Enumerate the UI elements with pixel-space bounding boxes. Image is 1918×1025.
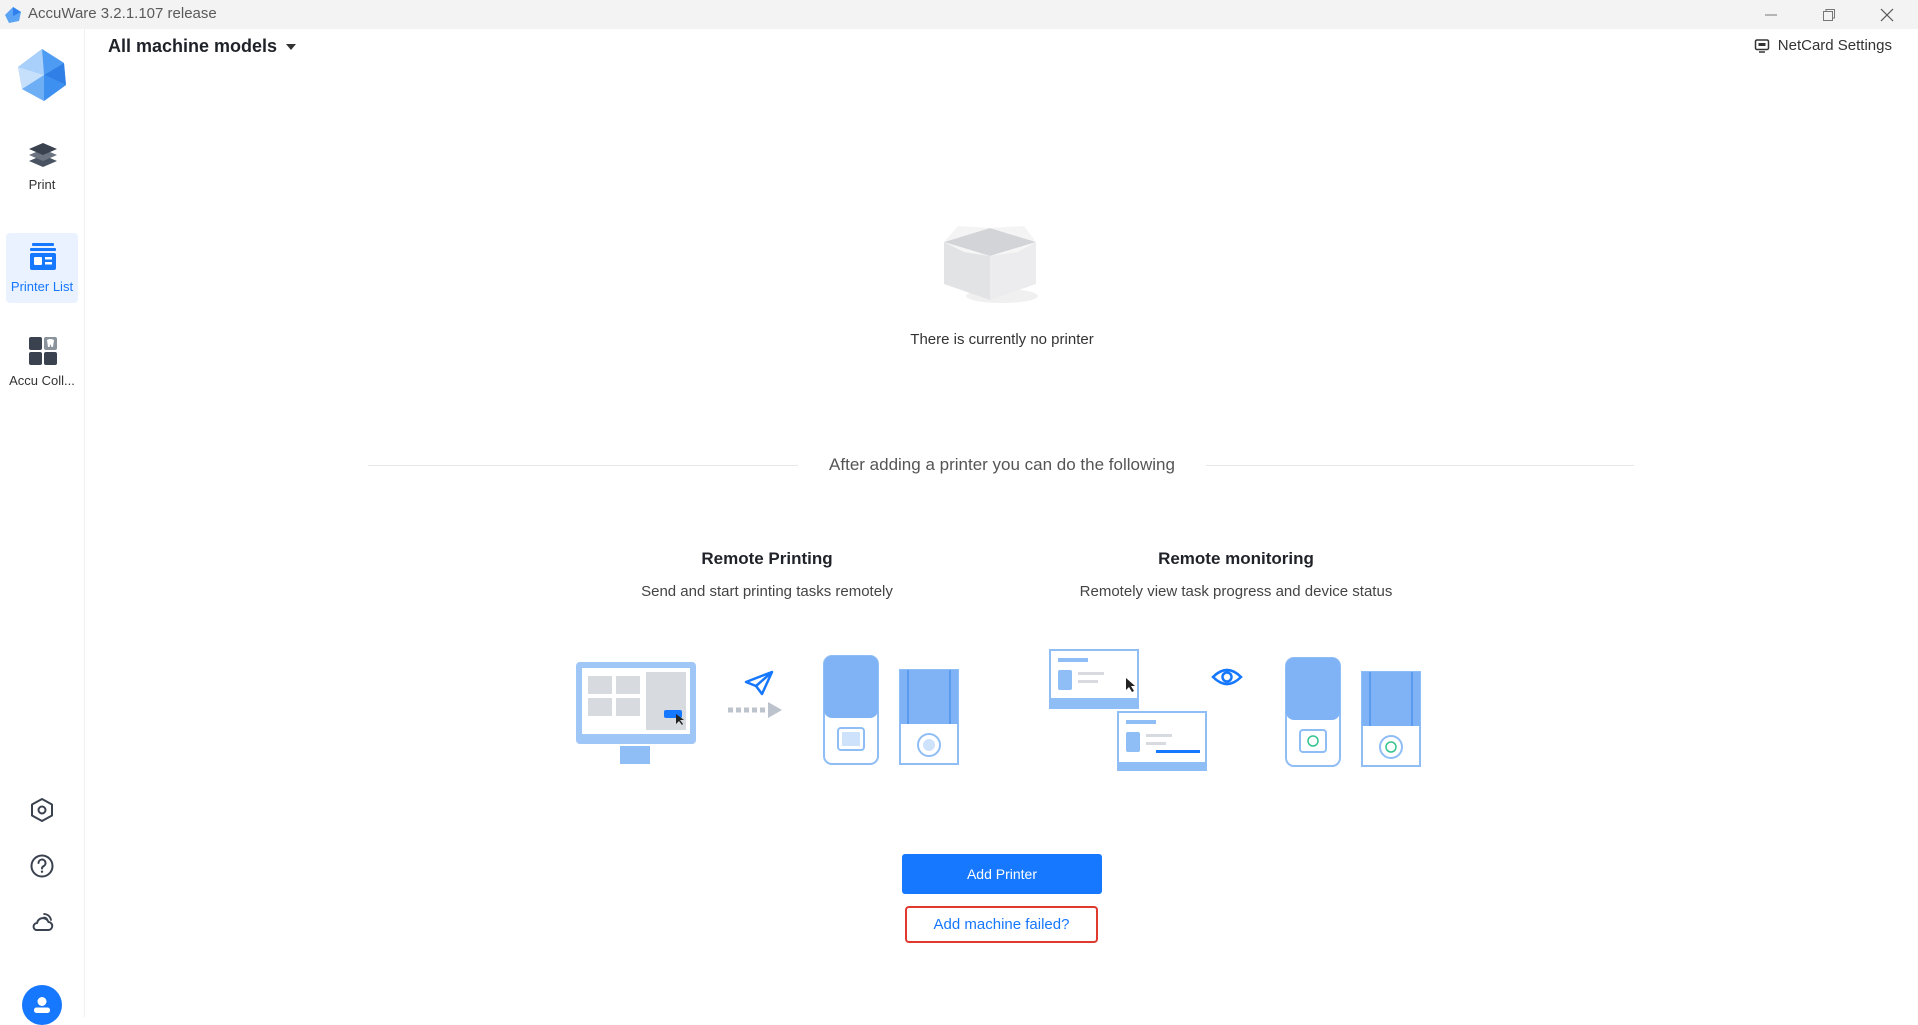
network-card-icon (1754, 38, 1770, 53)
restore-button[interactable] (1800, 0, 1858, 29)
layers-icon (29, 143, 57, 167)
settings-button[interactable] (25, 793, 59, 827)
feature-desc-remote-printing: Send and start printing tasks remotely (641, 583, 893, 600)
remote-monitoring-illustration (1049, 649, 1421, 771)
sidebar-item-print[interactable]: Print (6, 131, 78, 201)
eye-icon (1211, 668, 1243, 686)
minimize-button[interactable] (1742, 0, 1800, 29)
netcard-settings-label: NetCard Settings (1777, 37, 1892, 54)
monitor-icon (576, 662, 696, 764)
user-avatar-icon (34, 997, 50, 1013)
section-divider-text: After adding a printer you can do the fo… (829, 455, 1175, 474)
dashboard-window-icon (1117, 711, 1207, 771)
dashboard-window-icon (1049, 649, 1139, 709)
help-icon (30, 854, 54, 878)
resin-printer-icon (823, 655, 879, 765)
feature-title-remote-printing: Remote Printing (701, 549, 833, 568)
minimize-icon (1765, 14, 1777, 15)
close-icon (1880, 8, 1894, 21)
app-logo-icon (5, 7, 21, 23)
sidebar-item-printer-list[interactable]: Printer List (6, 233, 78, 303)
sidebar-item-label: Printer List (10, 279, 74, 294)
restore-icon (1823, 8, 1835, 21)
sidebar-item-label: Print (28, 177, 56, 192)
cloud-connection-button[interactable] (25, 905, 59, 939)
box-printer-icon (1361, 671, 1421, 767)
machine-model-label: All machine models (108, 36, 278, 56)
netcard-settings-button[interactable]: NetCard Settings (1754, 37, 1892, 54)
user-avatar[interactable] (22, 985, 62, 1025)
title-bar: AccuWare 3.2.1.107 release (0, 0, 1918, 29)
caret-down-icon (286, 43, 297, 50)
remote-printing-illustration (576, 655, 959, 765)
printer-list-icon (30, 243, 56, 270)
send-plane-icon (744, 670, 774, 696)
help-button[interactable] (25, 849, 59, 883)
box-printer-icon (899, 669, 959, 765)
window-title: AccuWare 3.2.1.107 release (28, 5, 217, 22)
sidebar: Print Printer List Accu Coll... (0, 29, 85, 1025)
empty-box-icon (944, 226, 1038, 303)
close-button[interactable] (1858, 0, 1916, 29)
cloud-wifi-icon (32, 913, 54, 931)
sidebar-item-label: Accu Coll... (9, 373, 75, 388)
add-printer-button[interactable]: Add Printer (902, 854, 1102, 894)
settings-icon (31, 798, 53, 822)
resin-printer-icon (1285, 657, 1341, 767)
machine-model-dropdown[interactable]: All machine models (108, 36, 297, 57)
feature-desc-remote-monitoring: Remotely view task progress and device s… (1079, 583, 1393, 600)
accuware-logo-icon (18, 49, 66, 101)
add-machine-failed-link[interactable]: Add machine failed? (905, 906, 1098, 943)
empty-state-message: There is currently no printer (910, 331, 1094, 348)
arrow-right-icon (728, 702, 782, 718)
feature-title-remote-monitoring: Remote monitoring (1158, 549, 1314, 568)
